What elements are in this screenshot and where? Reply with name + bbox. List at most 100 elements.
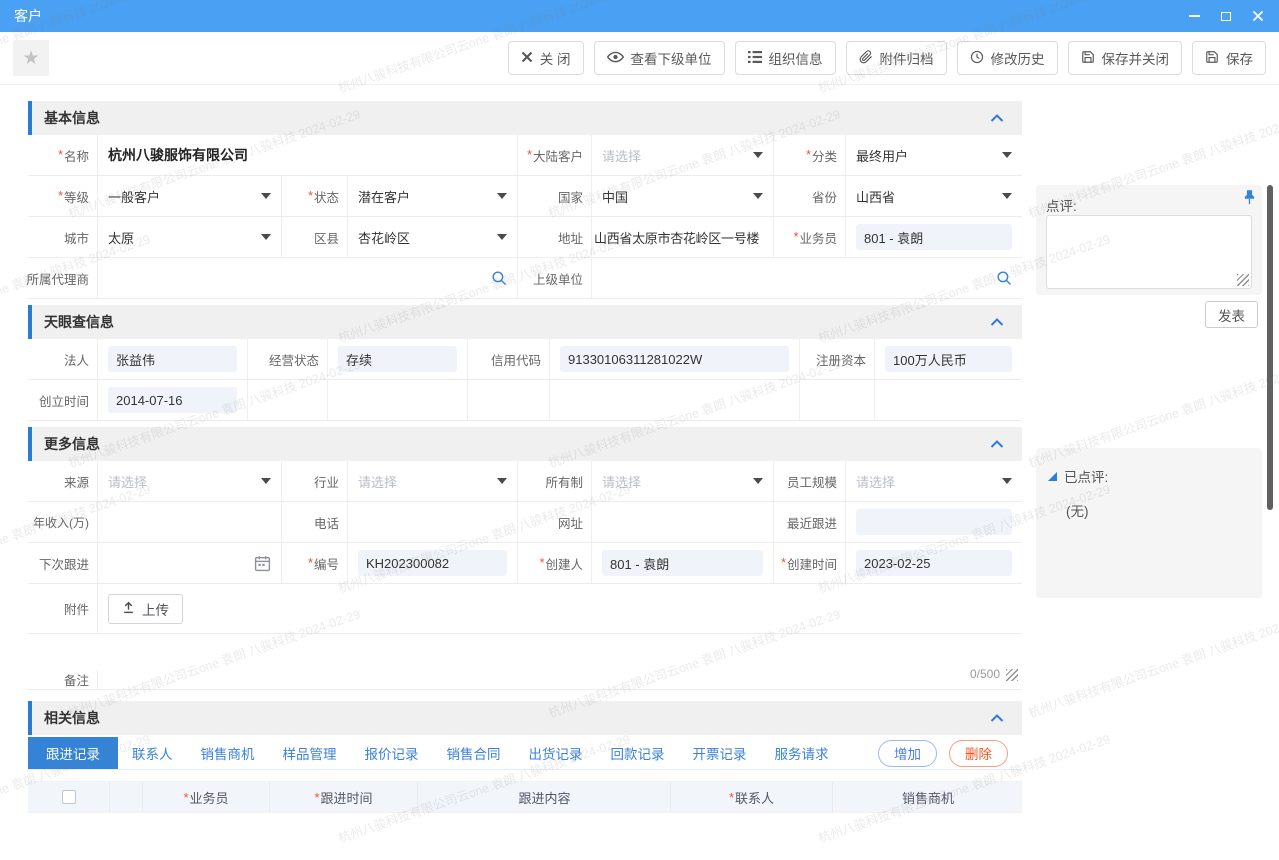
scrollbar-thumb[interactable] [1267, 185, 1273, 510]
form-row: *等级 一般客户 *状态 潜在客户 国家 中国 省份 山西省 [28, 176, 1022, 217]
source-select[interactable]: 请选择 [98, 461, 282, 501]
tab-sample-management[interactable]: 样品管理 [269, 737, 351, 769]
empty-cell [468, 380, 550, 420]
industry-label: 行业 [282, 461, 348, 501]
close-window-icon[interactable] [1251, 9, 1265, 23]
tab-contacts[interactable]: 联系人 [118, 737, 187, 769]
city-label: 城市 [28, 217, 98, 257]
chevron-up-icon[interactable] [990, 439, 1004, 449]
favorite-button[interactable]: ★ [13, 40, 49, 76]
empty-cell [800, 380, 875, 420]
credit-code-field[interactable]: 91330106311281022W [550, 339, 800, 379]
maximize-icon[interactable] [1219, 9, 1233, 23]
add-button[interactable]: 增加 [878, 740, 937, 767]
save-button[interactable]: 保存 [1192, 41, 1266, 75]
window-titlebar: 客户 [0, 0, 1279, 32]
chevron-up-icon[interactable] [990, 713, 1004, 723]
form-row: 年收入(万) 电话 网址 最近跟进 [28, 502, 1022, 543]
list-icon [748, 51, 762, 66]
category-select[interactable]: 最终用户 [846, 135, 1022, 175]
tab-followup-records[interactable]: 跟进记录 [28, 737, 118, 769]
close-button[interactable]: 关 闭 [508, 41, 584, 75]
chevron-up-icon[interactable] [990, 113, 1004, 123]
resize-handle-icon[interactable] [1006, 669, 1018, 681]
calendar-icon[interactable] [254, 555, 271, 572]
operating-status-field[interactable]: 存续 [328, 339, 468, 379]
comment-textarea[interactable] [1046, 215, 1252, 289]
parent-unit-field[interactable] [592, 258, 1022, 298]
district-select[interactable]: 杏花岭区 [348, 217, 518, 257]
form-row: 来源 请选择 行业 请选择 所有制 请选择 员工规模 请选择 [28, 461, 1022, 502]
ownership-select[interactable]: 请选择 [592, 461, 774, 501]
employee-scale-select[interactable]: 请选择 [846, 461, 1022, 501]
select-all-cell [28, 782, 110, 812]
created-time-field[interactable]: 2023-02-25 [846, 543, 1022, 583]
dropdown-arrow-icon [261, 234, 271, 240]
registered-capital-field[interactable]: 100万人民币 [875, 339, 1022, 379]
tab-invoice-records[interactable]: 开票记录 [679, 737, 761, 769]
empty-cell [328, 380, 468, 420]
address-label: 地址 [518, 217, 592, 257]
country-select[interactable]: 中国 [592, 176, 774, 216]
level-select[interactable]: 一般客户 [98, 176, 282, 216]
form-row: 城市 太原 区县 杏花岭区 地址 山西省太原市杏花岭区一号楼 *业务员 801 … [28, 217, 1022, 258]
address-field[interactable]: 山西省太原市杏花岭区一号楼 [592, 217, 774, 257]
col-followup-content: 跟进内容 [418, 782, 671, 812]
city-select[interactable]: 太原 [98, 217, 282, 257]
mainland-select[interactable]: 请选择 [592, 135, 774, 175]
salesman-field[interactable]: 801 - 袁朗 [846, 217, 1022, 257]
form-row: 法人 张益伟 经营状态 存续 信用代码 91330106311281022W 注… [28, 339, 1022, 380]
creator-field[interactable]: 801 - 袁朗 [592, 543, 774, 583]
tab-shipment-records[interactable]: 出货记录 [515, 737, 597, 769]
industry-select[interactable]: 请选择 [348, 461, 518, 501]
level-label: *等级 [28, 176, 98, 216]
remark-textarea[interactable]: 0/500 [98, 667, 1022, 689]
view-subordinate-button[interactable]: 查看下级单位 [594, 41, 725, 75]
agent-label: 所属代理商 [28, 258, 98, 298]
select-all-checkbox[interactable] [62, 790, 76, 804]
window-controls [1187, 9, 1265, 23]
dropdown-arrow-icon [753, 152, 763, 158]
dropdown-arrow-icon [497, 193, 507, 199]
tab-quotation-records[interactable]: 报价记录 [351, 737, 433, 769]
name-field[interactable]: 杭州八骏服饰有限公司 [98, 135, 518, 175]
search-icon[interactable] [491, 270, 507, 286]
view-subordinate-label: 查看下级单位 [631, 48, 712, 68]
close-button-label: 关 闭 [540, 48, 571, 68]
delete-button[interactable]: 删除 [949, 740, 1008, 767]
triangle-icon[interactable] [1048, 472, 1057, 481]
province-select[interactable]: 山西省 [846, 176, 1022, 216]
agent-field[interactable] [98, 258, 518, 298]
publish-button[interactable]: 发表 [1205, 301, 1258, 328]
founded-date-field[interactable]: 2014-07-16 [98, 380, 248, 420]
minimize-icon[interactable] [1187, 9, 1201, 23]
tab-payment-records[interactable]: 回款记录 [597, 737, 679, 769]
history-button[interactable]: 修改历史 [957, 41, 1058, 75]
registered-capital-label: 注册资本 [800, 339, 875, 379]
next-followup-label: 下次跟进 [28, 543, 98, 583]
save-close-button[interactable]: 保存并关闭 [1068, 41, 1183, 75]
mainland-label: *大陆客户 [518, 135, 592, 175]
chevron-up-icon[interactable] [990, 317, 1004, 327]
website-field[interactable] [592, 502, 774, 542]
code-field[interactable]: KH202300082 [348, 543, 518, 583]
phone-field[interactable] [348, 502, 518, 542]
dropdown-arrow-icon [261, 193, 271, 199]
next-followup-field[interactable] [98, 543, 282, 583]
tab-sales-opportunities[interactable]: 销售商机 [187, 737, 269, 769]
annual-income-field[interactable] [98, 502, 282, 542]
resize-handle-icon[interactable] [1237, 274, 1249, 286]
annual-income-label: 年收入(万) [28, 502, 98, 542]
upload-button[interactable]: 上传 [108, 594, 183, 624]
province-label: 省份 [774, 176, 846, 216]
pin-icon[interactable] [1243, 189, 1256, 208]
empty-cell [550, 380, 800, 420]
tab-sales-contracts[interactable]: 销售合同 [433, 737, 515, 769]
status-select[interactable]: 潜在客户 [348, 176, 518, 216]
legal-person-field[interactable]: 张益伟 [98, 339, 248, 379]
attachment-archive-button[interactable]: 附件归档 [846, 41, 947, 75]
org-info-button[interactable]: 组织信息 [735, 41, 836, 75]
search-icon[interactable] [996, 270, 1012, 286]
tab-service-requests[interactable]: 服务请求 [761, 737, 843, 769]
comment-sidebar: 点评: 发表 已点评: (无) [1036, 185, 1262, 598]
